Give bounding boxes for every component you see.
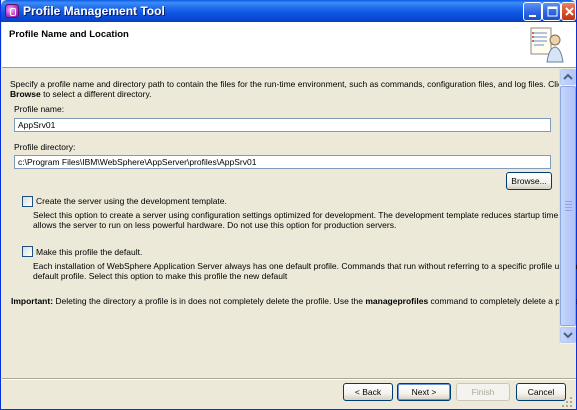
scroll-grip-line xyxy=(565,201,572,202)
intro-browse-keyword: Browse xyxy=(10,89,41,99)
profile-management-window: Profile Management Tool Profile Name and… xyxy=(0,0,577,410)
window-title: Profile Management Tool xyxy=(23,4,165,18)
wizard-content: Specify a profile name and directory pat… xyxy=(2,69,577,378)
profile-directory-input[interactable]: c:\Program Files\IBM\WebSphere\AppServer… xyxy=(14,155,551,169)
important-label: Important: xyxy=(11,296,54,306)
important-note: Important: Deleting the directory a prof… xyxy=(11,296,577,307)
chevron-down-icon xyxy=(563,332,573,339)
wizard-header: Profile Name and Location xyxy=(2,22,576,68)
maximize-icon xyxy=(547,6,558,17)
important-text-2: command to completely delete a profile. xyxy=(428,296,577,306)
vertical-scrollbar[interactable] xyxy=(559,69,576,344)
scroll-grip-line xyxy=(565,204,572,205)
profile-name-input[interactable]: AppSrv01 xyxy=(14,118,551,132)
minimize-icon xyxy=(529,15,536,17)
close-icon xyxy=(565,7,574,16)
close-button[interactable] xyxy=(561,2,576,21)
default-profile-label[interactable]: Make this profile the default. xyxy=(36,247,142,258)
scrollbar-thumb[interactable] xyxy=(560,86,576,326)
browse-button[interactable]: Browse... xyxy=(506,172,552,190)
manageprofiles-command: manageprofiles xyxy=(365,296,429,306)
footer-separator xyxy=(2,378,576,380)
finish-button[interactable]: Finish xyxy=(456,383,510,401)
scroll-area: Specify a profile name and directory pat… xyxy=(2,69,577,344)
intro-text-rest: to select a different directory. xyxy=(40,89,152,99)
dev-template-description-line2: allows the server to run on less powerfu… xyxy=(33,220,397,230)
profile-name-label: Profile name: xyxy=(14,104,65,114)
dev-template-checkbox[interactable] xyxy=(22,196,33,207)
scroll-grip-line xyxy=(565,207,572,208)
back-button[interactable]: < Back xyxy=(343,383,393,401)
wizard-document-icon xyxy=(530,27,564,63)
minimize-button[interactable] xyxy=(523,2,542,21)
title-bar[interactable]: Profile Management Tool xyxy=(1,0,576,22)
scroll-grip-line xyxy=(565,210,572,211)
resize-grip-icon[interactable] xyxy=(561,396,573,408)
cancel-button[interactable]: Cancel xyxy=(516,383,566,401)
important-text-1: Deleting the directory a profile is in d… xyxy=(53,296,366,306)
default-profile-description-line2: default profile. Select this option to m… xyxy=(33,271,288,281)
app-icon xyxy=(5,4,19,18)
intro-text-line2: Browse to select a different directory. xyxy=(10,89,151,100)
default-profile-checkbox[interactable] xyxy=(22,246,33,257)
page-title: Profile Name and Location xyxy=(9,29,129,40)
chevron-up-icon xyxy=(563,73,573,80)
scroll-down-button[interactable] xyxy=(560,327,576,343)
maximize-button[interactable] xyxy=(542,2,561,21)
profile-directory-label: Profile directory: xyxy=(14,142,76,152)
dev-template-label[interactable]: Create the server using the development … xyxy=(36,196,227,207)
next-button[interactable]: Next > xyxy=(397,383,451,401)
scroll-up-button[interactable] xyxy=(560,69,576,85)
